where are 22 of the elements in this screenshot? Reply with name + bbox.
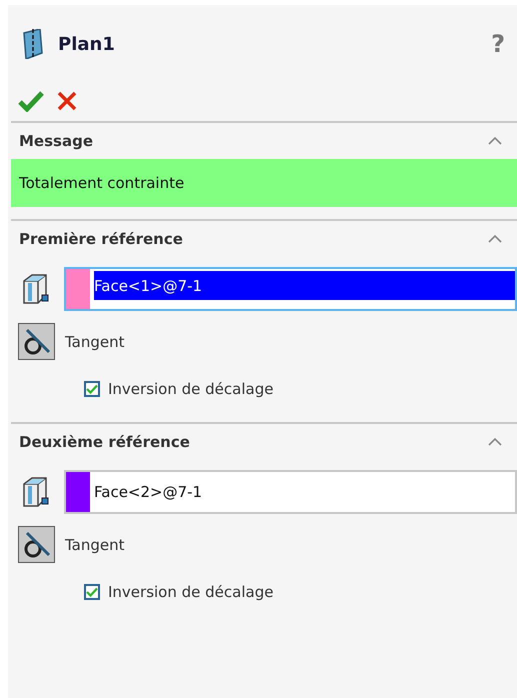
section-header: Message	[19, 132, 93, 150]
tangent-button[interactable]	[18, 526, 55, 563]
collapse-icon[interactable]	[487, 234, 503, 244]
constraint-label: Tangent	[65, 536, 125, 554]
selection-field[interactable]: Face<1>@7-1	[64, 267, 517, 311]
feature-title: Plan1	[58, 34, 116, 54]
checkbox[interactable]	[84, 381, 100, 397]
confirm-icon[interactable]	[18, 90, 44, 112]
selection-field[interactable]: Face<2>@7-1	[64, 470, 517, 514]
section-header: Deuxième référence	[19, 433, 190, 451]
constraint-label: Tangent	[65, 332, 125, 350]
help-button[interactable]: ?	[491, 30, 505, 58]
close-icon[interactable]	[56, 90, 78, 112]
section-header: Première référence	[19, 230, 183, 248]
checkbox-label: Inversion de décalage	[108, 380, 274, 398]
tangent-button[interactable]	[18, 323, 55, 360]
collapse-icon[interactable]	[487, 437, 503, 447]
plane-icon	[22, 29, 44, 59]
status-message: Totalement contrainte	[11, 159, 517, 207]
checkbox-label: Inversion de décalage	[108, 583, 274, 601]
checkbox[interactable]	[84, 584, 100, 600]
collapse-icon[interactable]	[487, 136, 503, 146]
